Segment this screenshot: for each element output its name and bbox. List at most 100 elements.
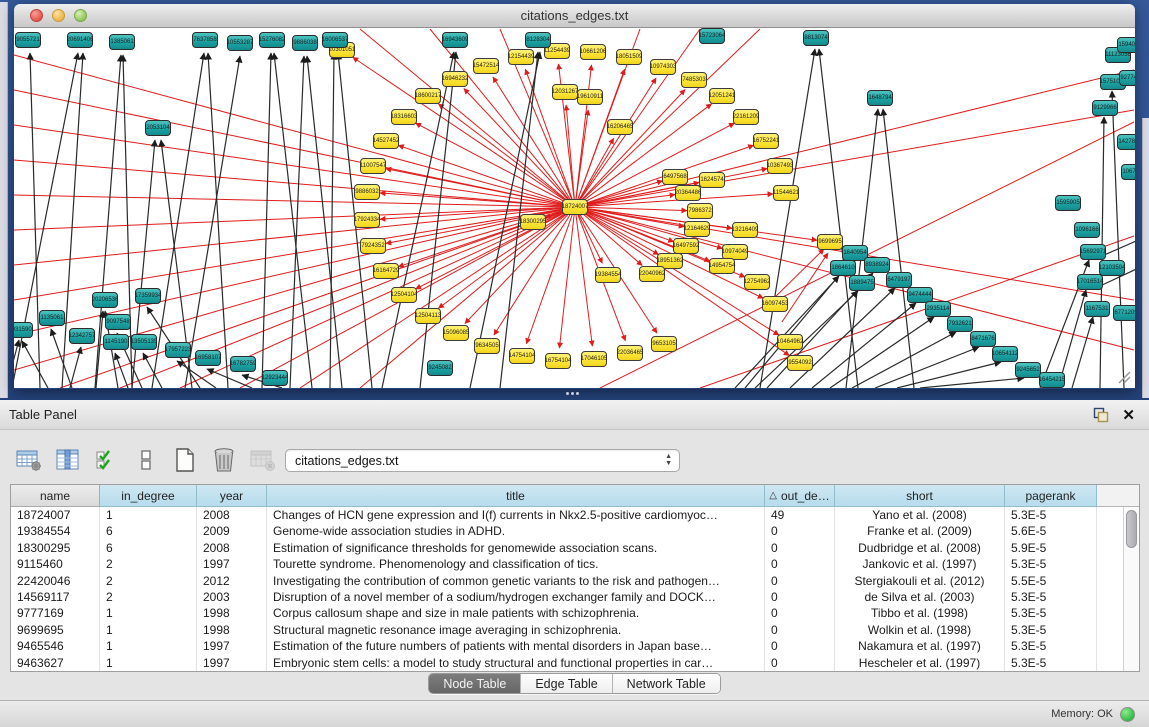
graph-node[interactable]: 15723064: [699, 28, 725, 44]
tab-network-table[interactable]: Network Table: [613, 674, 720, 693]
graph-node[interactable]: 17359934: [135, 288, 161, 304]
column-header-year[interactable]: year: [197, 485, 267, 507]
graph-node[interactable]: 17046105: [581, 351, 607, 367]
graph-node[interactable]: 16754104: [545, 353, 571, 369]
table-row[interactable]: 946362711997Embryonic stem cells: a mode…: [11, 655, 1123, 671]
graph-node[interactable]: 18724007: [562, 199, 588, 215]
column-header-out_degree[interactable]: △out_de…: [765, 485, 835, 507]
graph-node[interactable]: 14527452: [373, 133, 399, 149]
graph-node[interactable]: 9634505: [474, 338, 500, 354]
graph-node[interactable]: 7485303: [681, 72, 707, 88]
table-selector-dropdown[interactable]: citations_edges.txt ▲▼: [285, 449, 680, 472]
table-row[interactable]: 1456911722003Disruption of a novel membe…: [11, 589, 1123, 605]
graph-node[interactable]: 2053104: [145, 120, 171, 136]
graph-node[interactable]: 18300295: [520, 214, 546, 230]
graph-node[interactable]: 7924352: [360, 238, 386, 254]
column-header-name[interactable]: name: [11, 485, 100, 507]
graph-node[interactable]: 1135061: [39, 310, 65, 326]
new-document-icon[interactable]: [170, 445, 200, 475]
scrollbar-thumb[interactable]: [1126, 510, 1137, 548]
graph-node[interactable]: 1067535: [1121, 164, 1135, 180]
graph-node[interactable]: 7986372: [687, 203, 713, 219]
graph-node[interactable]: 1889475: [849, 275, 875, 291]
graph-node[interactable]: 12342757: [69, 328, 95, 344]
table-row[interactable]: 977716911998Corpus callosum shape and si…: [11, 605, 1123, 621]
column-header-pagerank[interactable]: pagerank: [1005, 485, 1097, 507]
graph-node[interactable]: 9699695: [817, 234, 843, 250]
graph-node[interactable]: 16782759: [230, 356, 256, 372]
graph-node[interactable]: 22040962: [639, 266, 665, 282]
graph-node[interactable]: 9554092: [787, 355, 813, 371]
graph-node[interactable]: 1096166: [1074, 222, 1100, 238]
graph-node[interactable]: 18051509: [616, 49, 642, 65]
graph-node[interactable]: 17924334: [354, 212, 380, 228]
graph-node[interactable]: 10974303: [650, 59, 676, 75]
graph-node[interactable]: 1648794: [867, 90, 893, 106]
graph-node[interactable]: 17957223: [165, 342, 191, 358]
graph-node[interactable]: 12051241: [709, 88, 735, 104]
graph-node[interactable]: 20364486: [675, 185, 701, 201]
graph-node[interactable]: 10464962: [777, 334, 803, 350]
graph-node[interactable]: 12103504: [1099, 260, 1125, 276]
graph-node[interactable]: 12923444: [262, 370, 288, 386]
graph-node[interactable]: 1624574: [699, 172, 725, 188]
graph-node[interactable]: 13216409: [732, 222, 758, 238]
column-header-short[interactable]: short: [835, 485, 1005, 507]
graph-node[interactable]: 11007547: [360, 158, 386, 174]
graph-node[interactable]: 10553287: [227, 35, 253, 51]
graph-node[interactable]: 8938924: [864, 257, 890, 273]
graph-node[interactable]: 16206465: [607, 119, 633, 135]
graph-node[interactable]: 15276082: [259, 32, 285, 48]
graph-node[interactable]: 10367493: [767, 158, 793, 174]
canvas-resize-grip-icon[interactable]: [1115, 368, 1131, 384]
graph-node[interactable]: 18600217: [415, 88, 441, 104]
graph-node[interactable]: 2935114: [925, 301, 951, 317]
graph-node[interactable]: 6479197: [886, 272, 912, 288]
table-row[interactable]: 1938455462009Genome-wide association stu…: [11, 523, 1123, 539]
graph-node[interactable]: 1427896: [1117, 134, 1135, 150]
graph-node[interactable]: 16097453: [762, 296, 788, 312]
graph-node[interactable]: 15692971: [1080, 244, 1106, 260]
graph-node[interactable]: 16958107: [195, 350, 221, 366]
graph-node[interactable]: 1864610: [830, 260, 856, 276]
graph-node[interactable]: 7637858: [192, 32, 218, 48]
graph-node[interactable]: 16946232: [442, 71, 468, 87]
graph-node[interactable]: 6771209: [1113, 305, 1135, 321]
graph-node[interactable]: 11544621: [773, 185, 799, 201]
select-all-icon[interactable]: [92, 445, 122, 475]
graph-node[interactable]: 9245652: [1015, 362, 1041, 378]
graph-node[interactable]: 22161209: [733, 109, 759, 125]
graph-node[interactable]: 12754962: [744, 274, 770, 290]
tab-node-table[interactable]: Node Table: [429, 674, 521, 693]
network-window-titlebar[interactable]: citations_edges.txt: [14, 4, 1135, 28]
graph-node[interactable]: 8813074: [803, 30, 829, 46]
graph-node[interactable]: 20206536: [92, 292, 118, 308]
graph-node[interactable]: 9886038: [292, 35, 318, 51]
graph-node[interactable]: 10654112: [992, 346, 1018, 362]
graph-node[interactable]: 16454215: [1039, 372, 1065, 388]
graph-node[interactable]: 8128304: [525, 32, 551, 48]
unselect-all-icon[interactable]: [131, 445, 161, 475]
splitter-grip[interactable]: [566, 392, 580, 398]
graph-node[interactable]: 19384554: [595, 267, 621, 283]
graph-node[interactable]: 10661206: [580, 44, 606, 60]
graph-node[interactable]: 9245082: [427, 360, 453, 376]
graph-node[interactable]: 12164629: [684, 221, 710, 237]
graph-node[interactable]: 9055721: [15, 32, 41, 48]
graph-node[interactable]: 8471676: [970, 331, 996, 347]
graph-node[interactable]: 9129966: [1092, 100, 1118, 116]
table-row[interactable]: 1872400712008Changes of HCN gene express…: [11, 507, 1123, 523]
close-panel-icon[interactable]: ✕: [1122, 406, 1135, 424]
graph-node[interactable]: 15472514: [473, 58, 499, 74]
graph-node[interactable]: 7932621: [947, 316, 973, 332]
graph-node[interactable]: 1145190: [103, 334, 129, 350]
graph-node[interactable]: 13505135: [131, 334, 157, 350]
graph-node[interactable]: 12504104: [391, 287, 417, 303]
table-row[interactable]: 2242004622012Investigating the contribut…: [11, 573, 1123, 589]
graph-node[interactable]: 3931590: [14, 322, 33, 338]
graph-node[interactable]: 17016514: [1077, 274, 1103, 290]
graph-node[interactable]: 16164729: [373, 263, 399, 279]
graph-node[interactable]: 1385061: [109, 34, 135, 50]
graph-node[interactable]: 15096085: [443, 325, 469, 341]
tab-edge-table[interactable]: Edge Table: [521, 674, 612, 693]
